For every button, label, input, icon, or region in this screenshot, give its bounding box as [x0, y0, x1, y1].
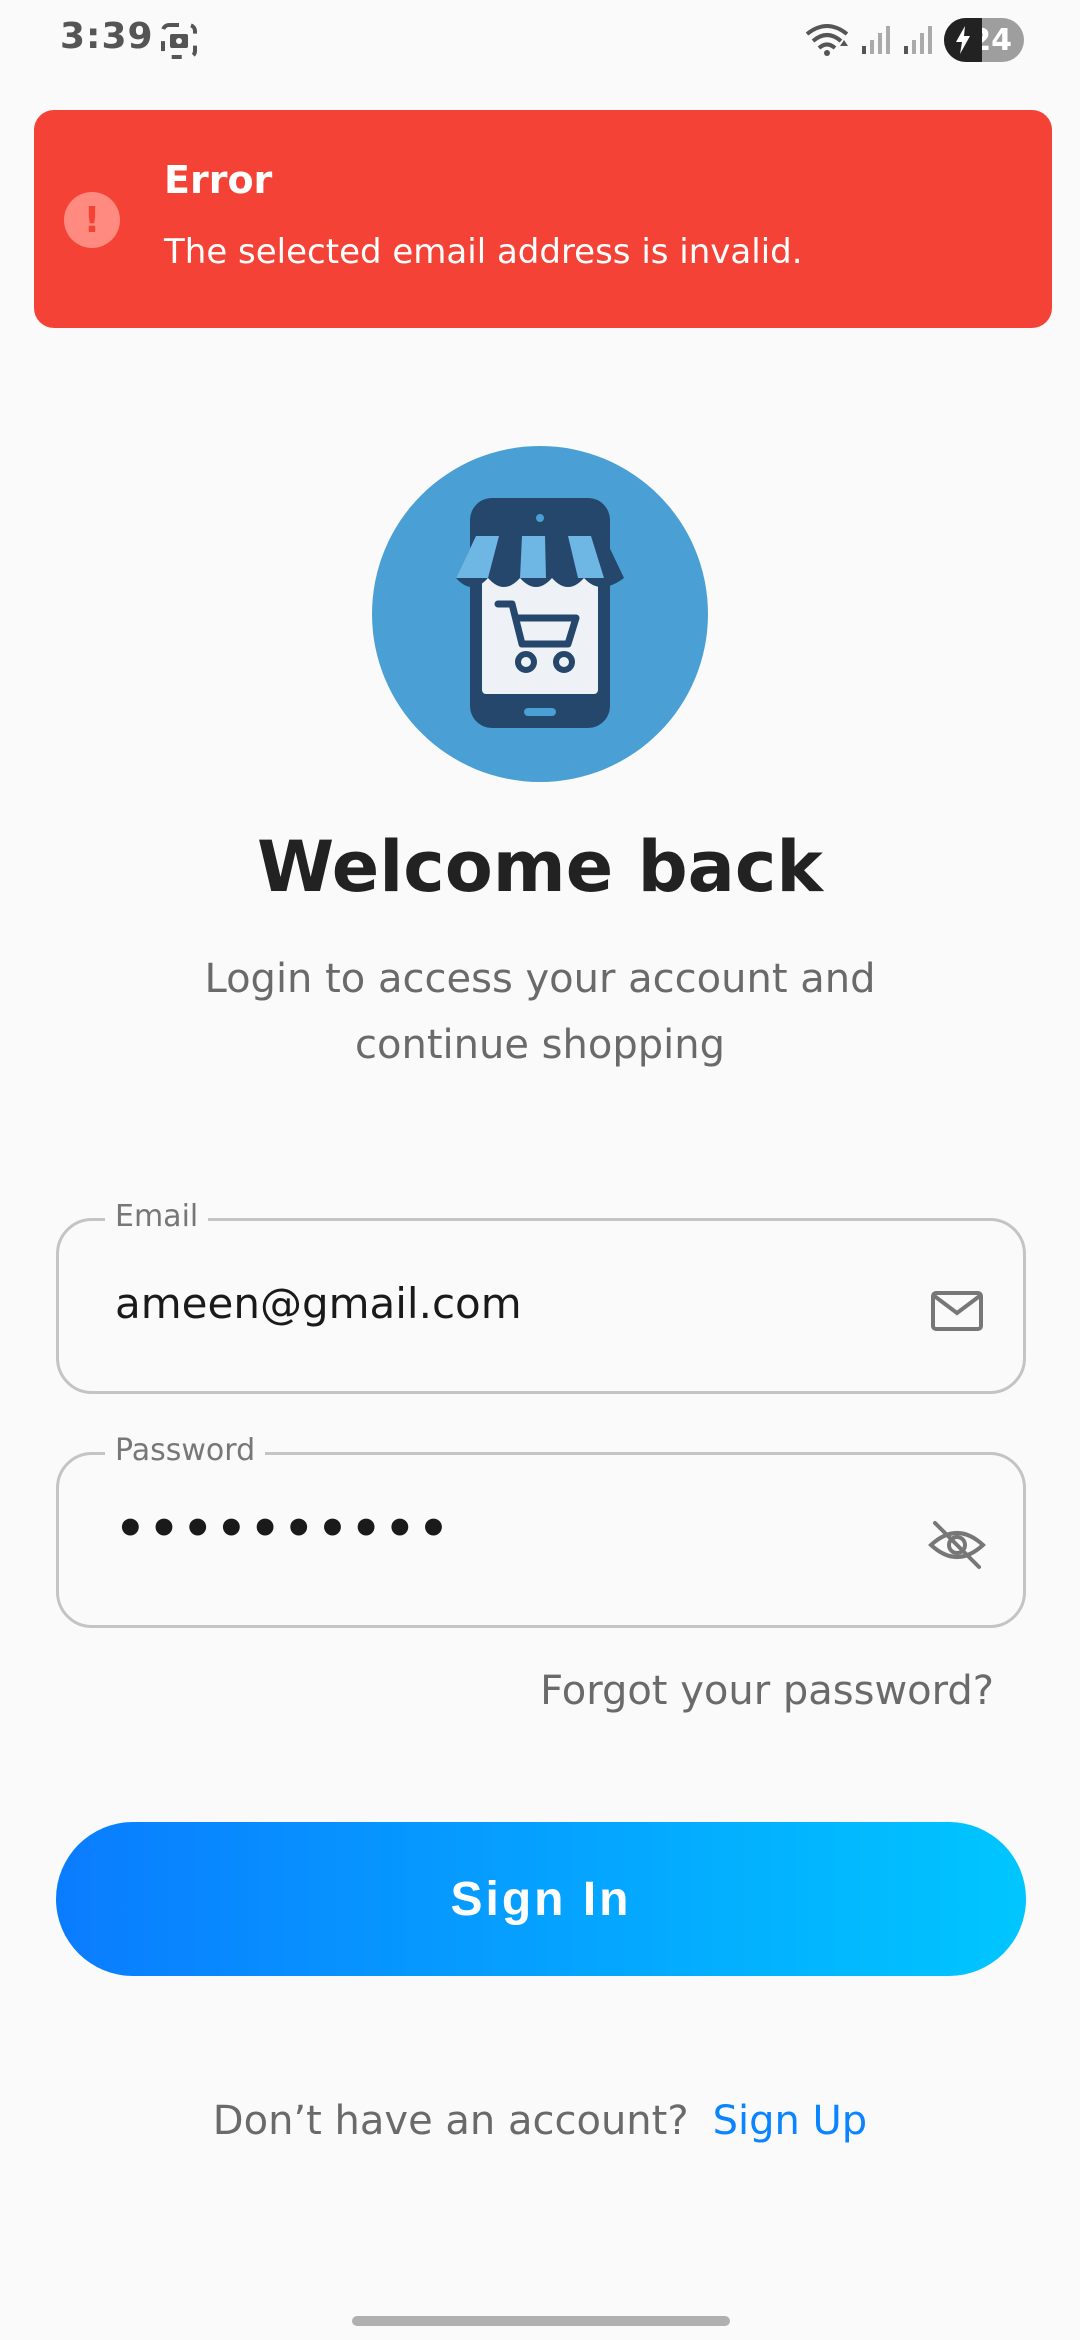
page-title: Welcome back: [257, 826, 823, 908]
error-title: Error: [164, 158, 273, 202]
signal-icon: [902, 24, 934, 56]
password-field[interactable]: Password ••••••••••: [56, 1433, 1026, 1628]
eye-off-icon[interactable]: [927, 1515, 987, 1575]
status-icons: 24: [804, 18, 1024, 62]
wifi-icon: [804, 22, 850, 58]
sign-in-button[interactable]: Sign In: [56, 1822, 1026, 1976]
password-label: Password: [105, 1433, 266, 1468]
login-screen: 3:39 24 ! Error The selected email addre…: [0, 0, 1080, 2340]
shop-logo: [372, 446, 708, 782]
battery-charging-icon: 24: [944, 18, 1024, 62]
home-indicator[interactable]: [352, 2316, 730, 2326]
error-message: The selected email address is invalid.: [164, 232, 803, 272]
password-input[interactable]: ••••••••••: [115, 1501, 452, 1557]
email-input[interactable]: ameen@gmail.com: [115, 1279, 522, 1328]
page-subtitle: Login to access your account and continu…: [204, 956, 876, 1068]
exclamation-icon: !: [64, 192, 120, 248]
signup-prompt: Don’t have an account?: [212, 2098, 689, 2144]
signal-icon: [860, 24, 892, 56]
forgot-password-link[interactable]: Forgot your password?: [540, 1668, 994, 1714]
status-bar: 3:39 24: [0, 0, 1080, 84]
bolt-icon: [944, 18, 982, 62]
email-label: Email: [105, 1199, 209, 1234]
screenshot-icon: [160, 22, 198, 60]
status-time: 3:39: [60, 16, 154, 57]
signup-row: Don’t have an account? Sign Up: [0, 2098, 1080, 2144]
mail-icon: [927, 1281, 987, 1341]
sign-up-link[interactable]: Sign Up: [713, 2098, 868, 2144]
email-field[interactable]: Email ameen@gmail.com: [56, 1199, 1026, 1394]
error-toast: ! Error The selected email address is in…: [34, 110, 1052, 328]
